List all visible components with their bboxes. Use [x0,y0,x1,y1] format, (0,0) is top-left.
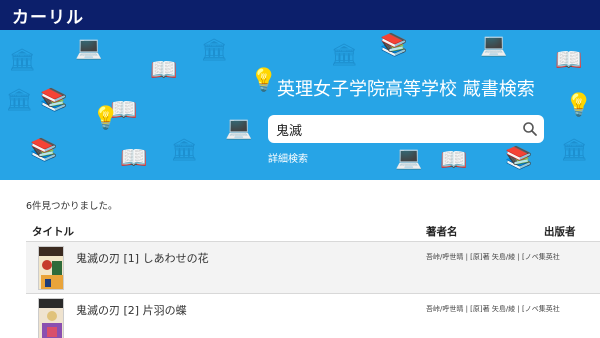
table-row[interactable]: 鬼滅の刃 [1] しあわせの花 吾峠/呼世晴 | [原]著 矢島/綾 | [ノベ… [26,242,600,294]
results-table: タイトル 著者名 出版者 鬼滅の刃 [1] しあわせの花 吾峠/呼世晴 | [原… [26,220,600,338]
building-icon: 🏛 [5,88,33,113]
book-author: 吾峠/呼世晴 | [原]著 矢島/綾 | [ノベ集英社 [426,253,560,261]
building-icon: 🏛 [8,48,36,73]
books-icon: 📚 [30,138,58,163]
book-icon: 📖 [440,148,468,173]
column-author[interactable]: 著者名 [426,224,458,239]
results-count: 6件見つかりました。 [26,201,118,212]
book-icon: 📖 [150,58,178,83]
table-row[interactable]: 鬼滅の刃 [2] 片羽の蝶 吾峠/呼世晴 | [原]著 矢島/綾 | [ノベ集英… [26,294,600,338]
search-box [268,115,544,143]
book-icon: 📖 [120,146,148,171]
building-icon: 🏛 [330,43,358,68]
search-hero: 🏛 💻 📖 🏛 💡 📚 🏛 📖 💡 💻 🏛 📚 📖 💻 📖 📚 🏛 💡 📖 💻 … [0,30,600,180]
advanced-search-link[interactable]: 詳細検索 [268,150,308,165]
book-cover[interactable] [38,298,64,338]
book-cover[interactable] [38,246,64,290]
column-publisher[interactable]: 出版者 [544,224,576,239]
building-icon: 🏛 [560,138,588,163]
book-author: 吾峠/呼世晴 | [原]著 矢島/綾 | [ノベ集英社 [426,305,560,313]
search-icon[interactable] [522,121,538,137]
building-icon: 🏛 [170,138,198,163]
book-title[interactable]: 鬼滅の刃 [2] 片羽の蝶 [76,302,187,318]
lamp-icon: 💡 [565,93,593,118]
building-icon: 🏛 [200,38,228,63]
books-icon: 📚 [505,146,533,171]
books-icon: 📚 [40,88,68,113]
laptop-icon: 💻 [395,146,423,171]
book-icon: 📖 [555,48,583,73]
library-title: 英理女子学院高等学校 蔵書検索 [277,79,535,100]
table-header: タイトル 著者名 出版者 [26,220,600,242]
app-logo[interactable]: カーリル [12,3,84,28]
lamp-icon: 💡 [92,106,120,131]
search-input[interactable] [276,115,516,143]
books-icon: 📚 [380,33,408,58]
column-title[interactable]: タイトル [32,224,74,239]
laptop-icon: 💻 [480,33,508,58]
laptop-icon: 💻 [225,116,253,141]
lamp-icon: 💡 [250,68,278,93]
top-navbar: カーリル [0,0,600,30]
book-title[interactable]: 鬼滅の刃 [1] しあわせの花 [76,250,209,266]
laptop-icon: 💻 [75,36,103,61]
